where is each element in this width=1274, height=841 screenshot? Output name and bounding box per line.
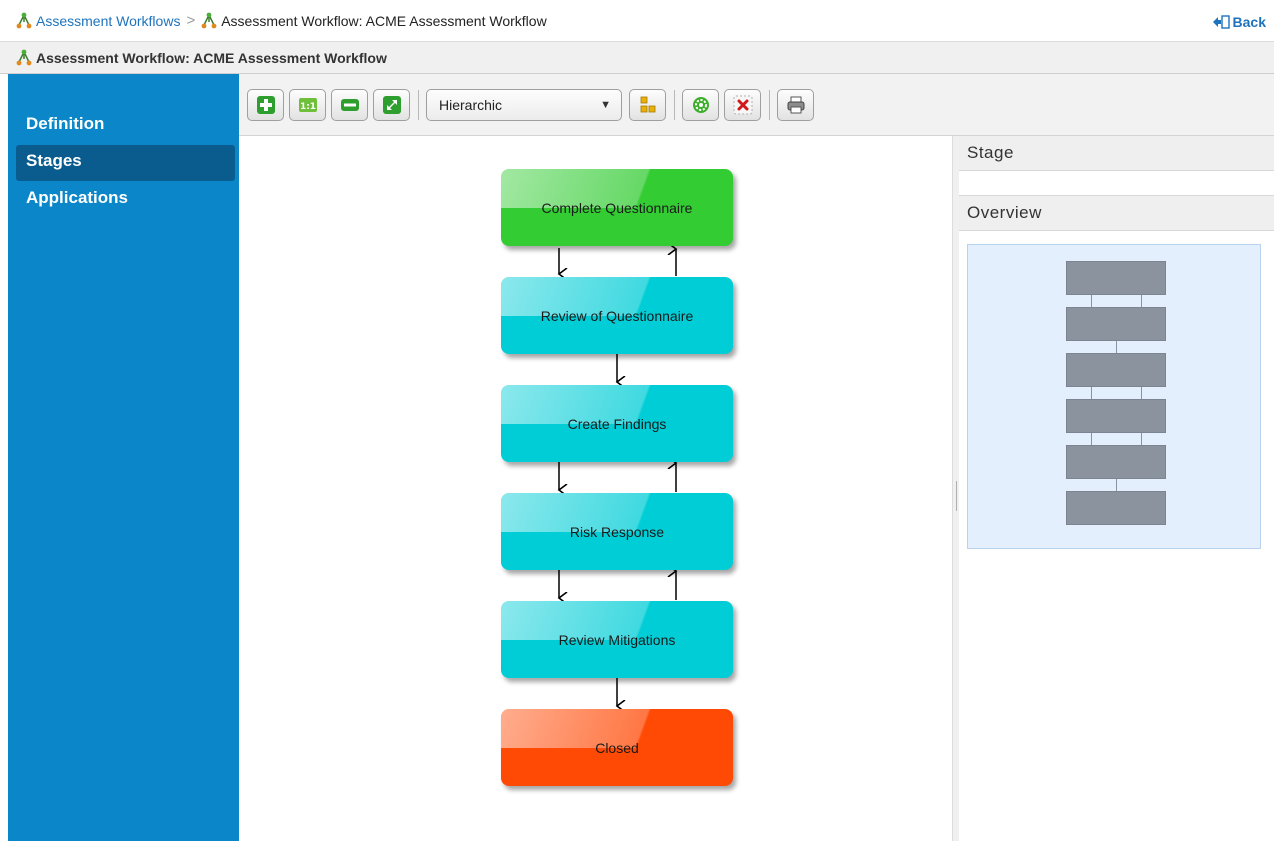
arrange-icon: [640, 96, 655, 112]
stage-node-label: Complete Questionnaire: [541, 199, 693, 216]
actual-size-button[interactable]: 1:1: [289, 88, 326, 121]
minimap-node: [1066, 353, 1166, 387]
zoom-in-icon: [256, 95, 275, 114]
toolbar-divider: [769, 89, 770, 120]
properties-panel: Stage Overview: [959, 136, 1274, 841]
back-label: Back: [1232, 14, 1266, 30]
sidebar-item-definition[interactable]: Definition: [16, 108, 235, 144]
stage-node-create-findings[interactable]: Create Findings: [501, 385, 733, 462]
actual-size-icon: 1:1: [298, 97, 317, 112]
breadcrumb-current-label: Assessment Workflow: ACME Assessment Wor…: [221, 12, 547, 29]
delete-button[interactable]: [724, 88, 761, 121]
zoom-in-button[interactable]: [247, 88, 284, 121]
breadcrumb-item-parent[interactable]: Assessment Workflows: [16, 12, 180, 29]
sidebar: Definition Stages Applications: [8, 74, 239, 841]
delete-icon: [733, 95, 752, 114]
toolbar-divider: [674, 89, 675, 120]
stage-node-label: Risk Response: [569, 523, 665, 540]
workflow-icon: [201, 12, 217, 29]
stage-panel-header[interactable]: Stage: [959, 136, 1274, 171]
stage-node-review-of-questionnaire[interactable]: Review of Questionnaire: [501, 277, 733, 354]
stage-node-complete-questionnaire[interactable]: Complete Questionnaire: [501, 169, 733, 246]
toolbar-divider: [418, 89, 419, 120]
stage-node-label: Review Mitigations: [558, 631, 676, 648]
stage-node-closed[interactable]: Closed: [501, 709, 733, 786]
stage-node-label: Create Findings: [567, 415, 667, 432]
arrange-button[interactable]: [629, 88, 666, 121]
zoom-out-icon: [340, 98, 359, 111]
breadcrumb-item-current: Assessment Workflow: ACME Assessment Wor…: [201, 12, 547, 29]
back-arrow-icon: [1212, 15, 1230, 29]
page-title: Assessment Workflow: ACME Assessment Wor…: [36, 49, 387, 66]
chevron-down-icon: ▼: [600, 98, 611, 111]
sidebar-item-stages[interactable]: Stages: [16, 145, 235, 181]
fit-to-window-button[interactable]: [373, 88, 410, 121]
svg-text:1:1: 1:1: [299, 102, 315, 112]
workflow-icon: [16, 12, 32, 29]
page-title-bar: Assessment Workflow: ACME Assessment Wor…: [0, 42, 1274, 74]
print-button[interactable]: [777, 88, 814, 121]
print-icon: [787, 96, 804, 113]
diagram-toolbar: 1:1 Hierarchic ▼: [239, 74, 1274, 136]
workflow-diagram-canvas[interactable]: Complete Questionnaire Review of Questio…: [239, 136, 952, 841]
minimap-node: [1066, 261, 1166, 295]
breadcrumb: Assessment Workflows > Assessment Workfl…: [0, 0, 1274, 42]
workflow-icon: [16, 49, 32, 66]
panel-splitter[interactable]: [952, 136, 959, 841]
zoom-out-button[interactable]: [331, 88, 368, 121]
breadcrumb-separator: >: [186, 12, 196, 29]
stage-panel-body: [959, 171, 1274, 196]
minimap-node: [1066, 445, 1166, 479]
back-button[interactable]: Back: [1212, 14, 1266, 30]
settings-button[interactable]: [682, 88, 719, 121]
stage-node-review-mitigations[interactable]: Review Mitigations: [501, 601, 733, 678]
sidebar-item-applications[interactable]: Applications: [16, 182, 235, 218]
minimap-node: [1066, 399, 1166, 433]
minimap-node: [1066, 307, 1166, 341]
overview-minimap[interactable]: [967, 244, 1261, 549]
minimap-node: [1066, 491, 1166, 525]
fit-icon: [382, 95, 401, 114]
splitter-grip[interactable]: [956, 481, 957, 511]
stage-node-label: Closed: [595, 739, 639, 756]
overview-panel-header[interactable]: Overview: [959, 196, 1274, 231]
layout-select-value: Hierarchic: [439, 96, 503, 113]
settings-icon: [692, 96, 709, 113]
stage-node-risk-response[interactable]: Risk Response: [501, 493, 733, 570]
layout-select[interactable]: Hierarchic ▼: [426, 88, 622, 121]
stage-node-label: Review of Questionnaire: [540, 307, 694, 324]
breadcrumb-link-assessment-workflows[interactable]: Assessment Workflows: [36, 13, 180, 29]
